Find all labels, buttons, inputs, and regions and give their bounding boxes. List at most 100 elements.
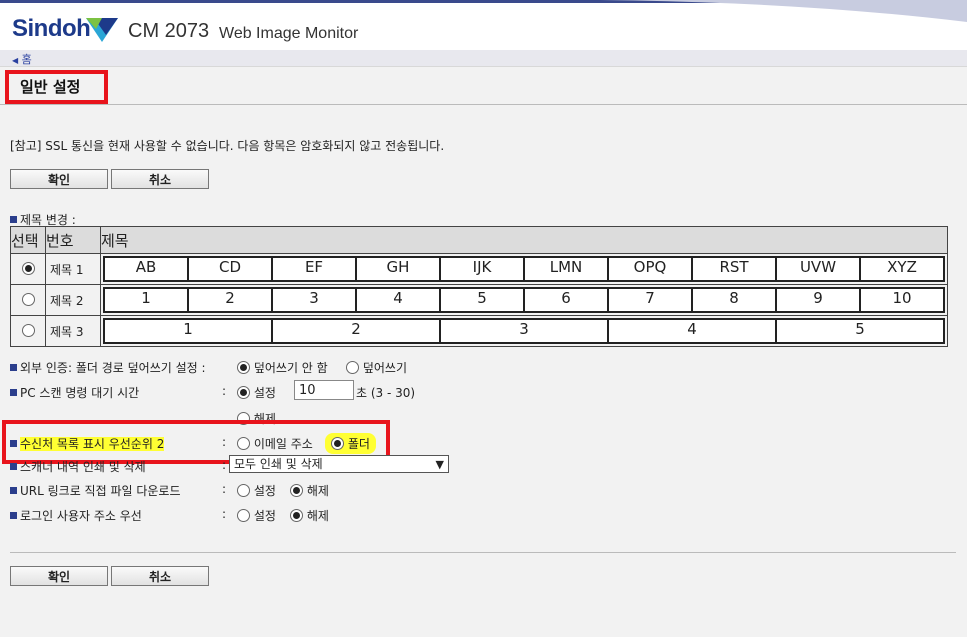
select-cell: [10, 284, 46, 316]
title-key[interactable]: GH: [357, 258, 441, 280]
row-name-cell: 제목 1: [45, 253, 101, 285]
external-auth-opt1[interactable]: 덮어쓰기 안 함: [237, 359, 328, 376]
page-title: 일반 설정: [20, 78, 81, 96]
title-key[interactable]: XYZ: [861, 258, 943, 280]
title-key[interactable]: UVW: [777, 258, 861, 280]
bullet-icon: [10, 463, 17, 470]
table-row: 제목 3 1 2 3 4 5: [10, 315, 948, 347]
title-key[interactable]: CD: [189, 258, 273, 280]
app-header: Sindoh CM 2073 Web Image Monitor: [0, 0, 967, 53]
external-auth-opt2[interactable]: 덮어쓰기: [346, 359, 407, 376]
back-arrow-icon: ◀: [12, 56, 19, 65]
title1-radio[interactable]: [21, 262, 35, 275]
brand-logo: Sindoh: [12, 15, 91, 42]
ok-button-top[interactable]: 확인: [10, 169, 108, 189]
title-key[interactable]: 4: [609, 320, 777, 342]
title-key[interactable]: 1: [105, 320, 273, 342]
title-key[interactable]: RST: [693, 258, 777, 280]
bullet-icon: [10, 389, 17, 396]
breadcrumb-bar: ◀ 홈: [0, 50, 967, 67]
title-key[interactable]: 2: [273, 320, 441, 342]
opt-label: 이메일 주소: [253, 437, 313, 451]
title-key[interactable]: 3: [273, 289, 357, 311]
title-entry-group: 1 2 3 4 5: [103, 318, 945, 344]
url-download-release-option[interactable]: 해제: [290, 482, 329, 499]
pc-scan-range-text: 초 (3 - 30): [356, 386, 416, 400]
url-download-label-text: URL 링크로 직접 파일 다운로드: [20, 484, 181, 498]
cancel-button-top[interactable]: 취소: [111, 169, 209, 189]
select-value: 모두 인쇄 및 삭제: [234, 457, 323, 471]
bullet-icon: [10, 216, 17, 223]
opt-label: 덮어쓰기: [362, 361, 407, 375]
title-key[interactable]: 8: [693, 289, 777, 311]
title-cells: AB CD EF GH IJK LMN OPQ RST UVW XYZ: [100, 253, 948, 285]
title-key[interactable]: 10: [861, 289, 943, 311]
scanner-history-label-text: 스캐너 내역 인쇄 및 삭제: [20, 460, 146, 474]
separator-colon: :: [222, 482, 227, 496]
title-entry-group: 1 2 3 4 5 6 7 8 9 10: [103, 287, 945, 313]
brand-logo-icon: [86, 18, 118, 42]
col-header-title: 제목: [100, 226, 948, 254]
opt-label: 해제: [306, 484, 329, 498]
external-auth-label: 외부 인증: 폴더 경로 덮어쓰기 설정 :: [10, 359, 206, 376]
url-download-set-option[interactable]: 설정: [237, 482, 276, 499]
opt-label: 폴더: [347, 437, 370, 451]
login-user-addr-label: 로그인 사용자 주소 우선: [10, 507, 142, 524]
title-key[interactable]: 6: [525, 289, 609, 311]
title-key[interactable]: IJK: [441, 258, 525, 280]
table-row: 제목 2 1 2 3 4 5 6 7 8 9 10: [10, 284, 948, 316]
opt-label: 설정: [253, 386, 276, 400]
title-key[interactable]: 4: [357, 289, 441, 311]
title-key[interactable]: OPQ: [609, 258, 693, 280]
pc-scan-timeout-input[interactable]: 10: [294, 380, 354, 400]
row-name-cell: 제목 3: [45, 315, 101, 347]
title-key[interactable]: 5: [777, 320, 943, 342]
title-key[interactable]: 2: [189, 289, 273, 311]
opt-label: 설정: [253, 484, 276, 498]
radio-unselected[interactable]: [237, 437, 250, 450]
title-key[interactable]: 7: [609, 289, 693, 311]
opt-label: 덮어쓰기 안 함: [253, 361, 328, 375]
title-key[interactable]: 3: [441, 320, 609, 342]
divider: [0, 104, 967, 105]
col-header-number: 번호: [45, 226, 101, 254]
login-user-addr-set-option[interactable]: 설정: [237, 507, 276, 524]
radio-selected[interactable]: [237, 386, 250, 399]
title-key[interactable]: 9: [777, 289, 861, 311]
radio-unselected[interactable]: [237, 509, 250, 522]
title3-radio[interactable]: [21, 324, 35, 337]
row-label: 제목 1: [50, 262, 84, 277]
dest-priority-folder-option[interactable]: 폴더: [325, 433, 376, 454]
radio-selected[interactable]: [237, 361, 250, 374]
ok-button-bottom[interactable]: 확인: [10, 566, 108, 586]
radio-selected[interactable]: [290, 509, 303, 522]
title-entry-group: AB CD EF GH IJK LMN OPQ RST UVW XYZ: [103, 256, 945, 282]
bullet-icon: [10, 364, 17, 371]
radio-unselected[interactable]: [346, 361, 359, 374]
title-key[interactable]: AB: [105, 258, 189, 280]
radio-unselected[interactable]: [237, 484, 250, 497]
cancel-button-bottom[interactable]: 취소: [111, 566, 209, 586]
title-cells: 1 2 3 4 5 6 7 8 9 10: [100, 284, 948, 316]
title2-radio[interactable]: [21, 293, 35, 306]
dest-priority-label: 수신처 목록 표시 우선순위 2: [10, 435, 165, 452]
bullet-icon: [10, 487, 17, 494]
row-label: 제목 3: [50, 324, 84, 339]
title-table: 선택 번호 제목 제목 1 AB CD EF GH IJK LMN OPQ RS…: [10, 226, 948, 347]
bullet-icon: [10, 440, 17, 447]
login-user-addr-label-text: 로그인 사용자 주소 우선: [20, 509, 142, 523]
scanner-history-select[interactable]: 모두 인쇄 및 삭제 ▼: [229, 455, 449, 473]
title-key[interactable]: LMN: [525, 258, 609, 280]
login-user-addr-release-option[interactable]: 해제: [290, 507, 329, 524]
title-key[interactable]: 5: [441, 289, 525, 311]
ssl-notice: [참고] SSL 통신을 현재 사용할 수 없습니다. 다음 항목은 암호화되지…: [10, 139, 445, 153]
title-key[interactable]: EF: [273, 258, 357, 280]
home-link[interactable]: ◀ 홈: [12, 51, 32, 67]
radio-selected[interactable]: [290, 484, 303, 497]
title-change-label: 제목 변경 :: [20, 213, 76, 227]
pc-scan-set-option[interactable]: 설정: [237, 384, 276, 401]
title-key[interactable]: 1: [105, 289, 189, 311]
title-cells: 1 2 3 4 5: [100, 315, 948, 347]
dest-priority-email-option[interactable]: 이메일 주소: [237, 435, 313, 452]
radio-selected[interactable]: [331, 437, 344, 450]
